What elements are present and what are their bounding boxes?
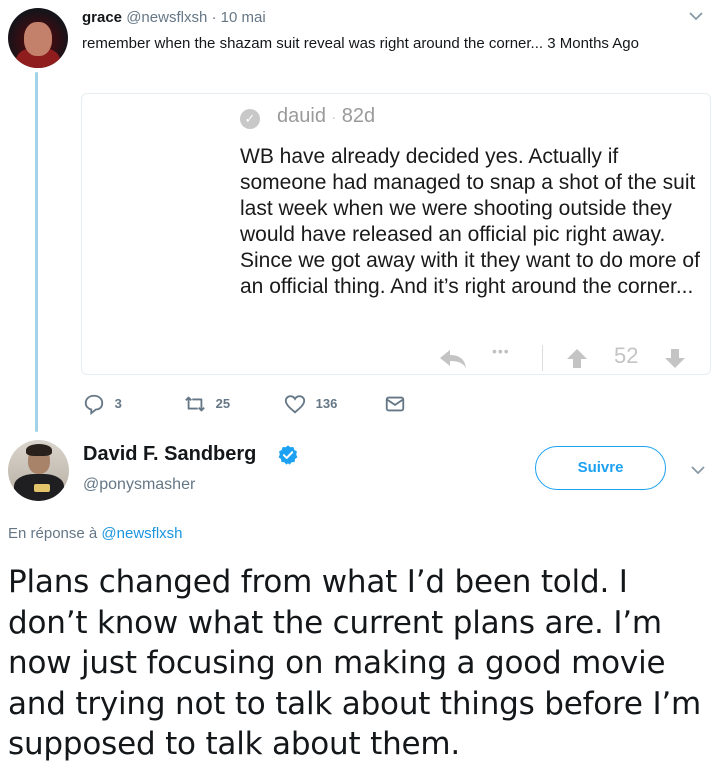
reply-prefix: En réponse à (8, 525, 98, 542)
retweet-button[interactable]: 25 (184, 392, 230, 414)
message-button[interactable] (384, 392, 406, 414)
divider (542, 345, 543, 371)
message-icon (384, 395, 406, 411)
user-name[interactable]: David F. Sandberg (83, 443, 256, 466)
downvote-icon (664, 347, 686, 375)
tweet-header: grace @newsflxsh · 10 mai (82, 8, 702, 28)
reply-count: 3 (114, 395, 122, 411)
quote-score: 52 (614, 343, 639, 368)
tweet-date[interactable]: 10 mai (221, 9, 266, 26)
check-icon: ✓ (240, 109, 260, 129)
tweet: grace @newsflxsh · 10 mai remember when … (82, 8, 702, 55)
upvote-icon (566, 347, 588, 375)
quote-age: 82d (341, 105, 376, 127)
quote-meta: dauid · 82d (277, 105, 375, 128)
retweet-icon (184, 395, 210, 411)
share-icon (438, 347, 468, 375)
user-handle[interactable]: @ponysmasher (83, 476, 195, 494)
avatar[interactable] (8, 8, 68, 68)
user-handle[interactable]: @newsflxsh (126, 9, 207, 26)
like-icon (284, 394, 310, 414)
chevron-down-icon[interactable] (688, 8, 704, 29)
avatar[interactable] (8, 440, 69, 501)
user-name[interactable]: grace (82, 9, 122, 26)
thread-connector-line (35, 72, 38, 432)
reply-button[interactable]: 3 (83, 392, 122, 415)
tweet-text: remember when the shazam suit reveal was… (82, 35, 639, 52)
follow-button[interactable]: Suivre (535, 446, 666, 490)
reply-to-link[interactable]: @newsflxsh (101, 525, 182, 542)
verified-icon (277, 444, 299, 466)
reply-context: En réponse à @newsflxsh (8, 525, 183, 542)
separator: · (211, 9, 217, 26)
more-dots: ••• (492, 343, 510, 359)
quote-text: WB have already decided yes. Actually if… (240, 145, 700, 298)
reply-icon (83, 394, 109, 415)
quote-actions: ••• 52 (430, 343, 710, 375)
tweet-text: Plans changed from what I’d been told. I… (8, 564, 702, 762)
like-button[interactable]: 136 (284, 392, 337, 414)
chevron-down-icon[interactable] (690, 462, 706, 483)
quote-username: dauid (277, 105, 326, 127)
separator: · (331, 109, 337, 125)
like-count: 136 (315, 395, 338, 411)
retweet-count: 25 (215, 395, 231, 411)
